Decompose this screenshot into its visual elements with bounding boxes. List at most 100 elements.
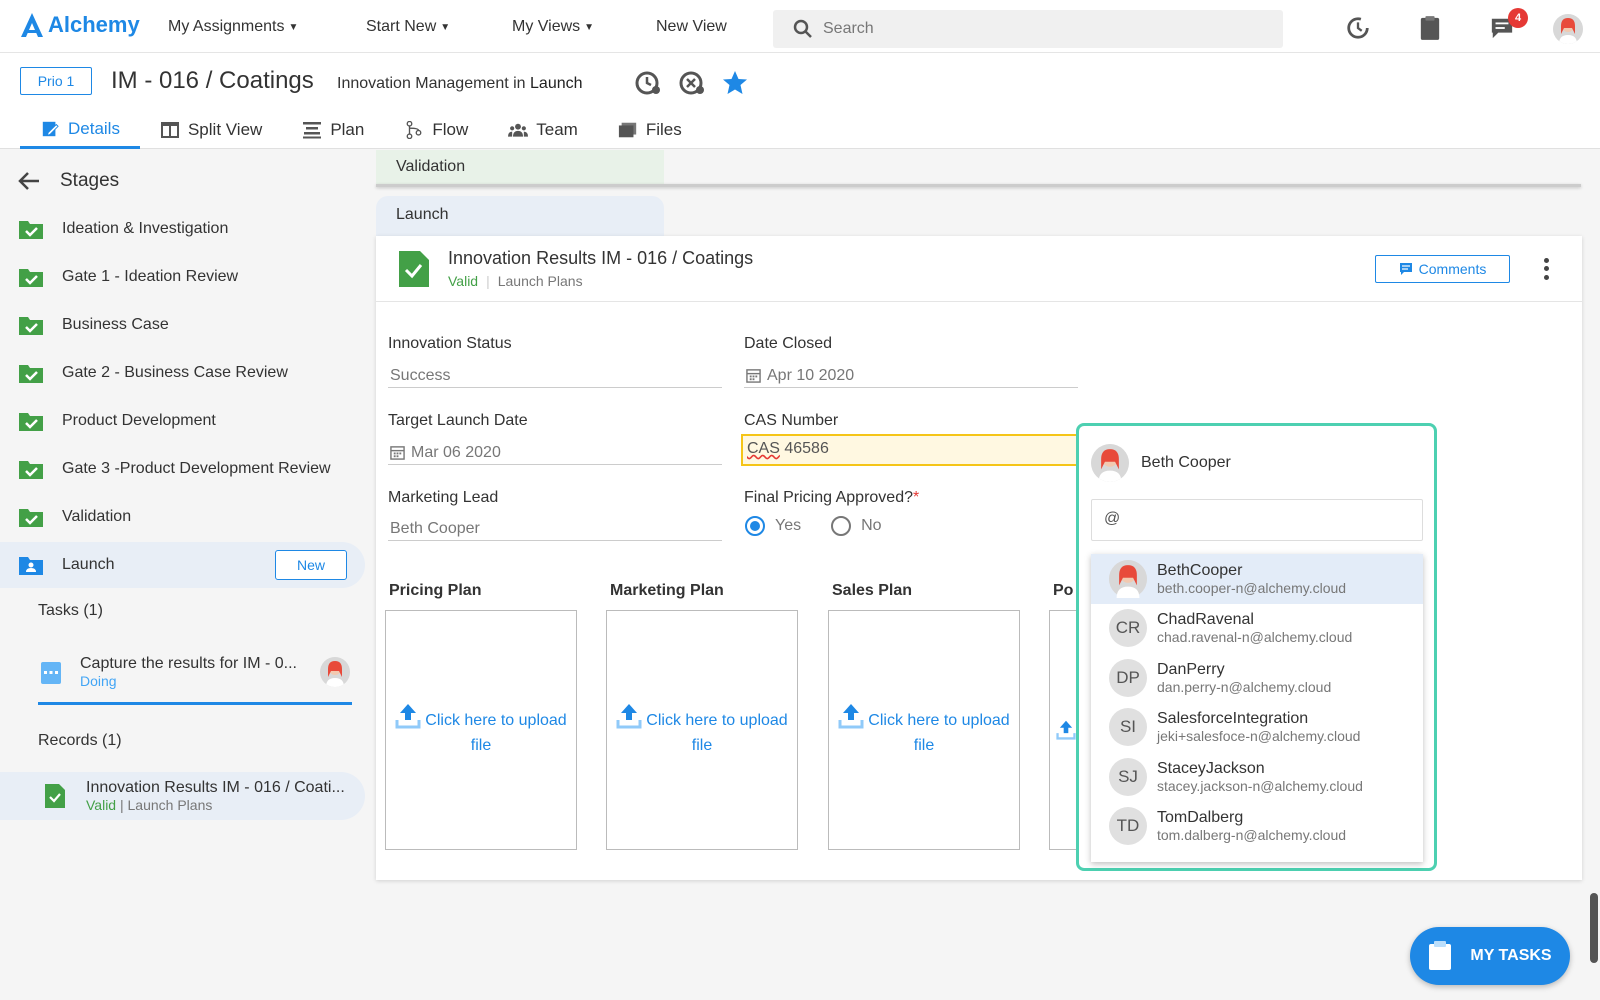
stage-tab-launch[interactable]: Launch: [376, 196, 664, 236]
nav-new-view[interactable]: New View: [656, 18, 727, 36]
folder-check-icon: [19, 269, 43, 287]
history-icon[interactable]: [1344, 14, 1372, 42]
tab-label: Flow: [432, 120, 469, 139]
nav-label: New View: [656, 18, 727, 35]
cas-number-input[interactable]: CAS 46586: [741, 434, 1081, 466]
avatar: SI: [1109, 708, 1147, 747]
innovation-status-field[interactable]: Success: [388, 360, 722, 388]
more-options-icon[interactable]: [1536, 256, 1556, 282]
nav-label: My Views: [512, 18, 581, 35]
mention-current-user: Beth Cooper: [1091, 444, 1231, 482]
mention-name: TomDalberg: [1157, 809, 1244, 827]
search-bar[interactable]: Search: [773, 10, 1283, 48]
tab-flow[interactable]: Flow: [384, 111, 488, 149]
date-closed-field[interactable]: Apr 10 2020: [744, 360, 1078, 388]
app-name: Alchemy: [48, 12, 140, 37]
record-meta: Valid | Launch Plans: [86, 797, 345, 813]
nav-my-views[interactable]: My Views ▼: [512, 18, 594, 36]
mention-name: DanPerry: [1157, 660, 1225, 678]
mention-option[interactable]: DP DanPerry dan.perry-n@alchemy.cloud: [1091, 653, 1423, 703]
radio-yes[interactable]: [745, 516, 765, 536]
stages-title: Stages: [60, 170, 120, 191]
upload-text: Click here to upload file: [868, 711, 1010, 754]
stage-item[interactable]: Validation: [0, 494, 365, 540]
target-launch-field[interactable]: Mar 06 2020: [388, 437, 722, 465]
stage-item-launch[interactable]: Launch New: [0, 542, 365, 588]
mention-option[interactable]: TD TomDalberg tom.dalberg-n@alchemy.cloud: [1091, 802, 1423, 852]
avatar: DP: [1109, 658, 1147, 697]
stage-label: Product Development: [62, 412, 216, 429]
app-logo[interactable]: Alchemy: [20, 12, 140, 38]
priority-badge[interactable]: Prio 1: [20, 67, 92, 95]
my-tasks-button[interactable]: MY TASKS: [1410, 927, 1570, 985]
avatar: SJ: [1109, 757, 1147, 796]
task-title: Capture the results for IM - 0...: [80, 655, 297, 672]
stage-label: Gate 1 - Ideation Review: [62, 268, 239, 285]
innovation-status-label: Innovation Status: [388, 335, 512, 352]
mention-option[interactable]: BethCooper beth.cooper-n@alchemy.cloud: [1091, 554, 1423, 604]
tab-label: Plan: [330, 120, 365, 139]
timer-icon[interactable]: [634, 69, 662, 97]
date-closed-label: Date Closed: [744, 335, 833, 352]
upload-dropzone[interactable]: Click here to upload file: [385, 610, 577, 850]
final-pricing-radio-group: Yes No: [745, 516, 882, 536]
plan-title: Marketing Plan: [610, 582, 724, 599]
stage-item[interactable]: Gate 3 -Product Development Review: [0, 446, 365, 492]
record-header: Prio 1 IM - 016 / Coatings Innovation Ma…: [0, 53, 1600, 149]
card-title: Innovation Results IM - 016 / Coatings: [448, 248, 754, 268]
folder-user-icon: [19, 557, 43, 575]
page-scrollbar[interactable]: [1590, 893, 1598, 963]
stage-item[interactable]: Business Case: [0, 302, 365, 348]
tab-team[interactable]: Team: [488, 111, 598, 149]
upload-dropzone[interactable]: Click here to upload file: [828, 610, 1020, 850]
mention-option[interactable]: SI SalesforceIntegration jeki+salesfoce-n…: [1091, 703, 1423, 753]
task-item[interactable]: Capture the results for IM - 0... Doing: [40, 647, 350, 697]
record-sep: |: [119, 797, 124, 813]
mention-option[interactable]: CR ChadRavenal chad.ravenal-n@alchemy.clo…: [1091, 604, 1423, 654]
upload-dropzone[interactable]: Click here to upload file: [606, 610, 798, 850]
clipboard-icon[interactable]: [1416, 14, 1444, 42]
stage-item[interactable]: Product Development: [0, 398, 365, 444]
nav-start-new[interactable]: Start New ▼: [366, 18, 450, 36]
record-doc-icon: [45, 784, 65, 808]
plan-icon: [303, 122, 322, 139]
marketing-lead-field[interactable]: Beth Cooper: [388, 513, 722, 541]
new-record-button[interactable]: New: [275, 550, 347, 580]
stage-item[interactable]: Ideation & Investigation: [0, 206, 365, 252]
stage-label: Validation: [62, 508, 132, 525]
mention-input[interactable]: @: [1091, 499, 1423, 541]
tab-label: Details: [68, 118, 120, 138]
nav-my-assignments[interactable]: My Assignments ▼: [168, 18, 298, 36]
mention-email: chad.ravenal-n@alchemy.cloud: [1157, 629, 1353, 646]
stages-header: Stages: [18, 170, 119, 192]
stage-item[interactable]: Gate 2 - Business Case Review: [0, 350, 365, 396]
record-subtitle: Innovation Management in Launch: [337, 75, 583, 93]
favorite-star-icon[interactable]: [721, 69, 749, 97]
tab-details[interactable]: Details: [20, 111, 140, 149]
stage-label: Gate 3 -Product Development Review: [62, 460, 331, 477]
cas-prefix: CAS: [747, 440, 780, 457]
avatar: TD: [1109, 807, 1147, 846]
radio-no-label: No: [861, 517, 882, 534]
files-icon: [618, 122, 637, 138]
nav-label: My Assignments: [168, 18, 285, 35]
tab-split-view[interactable]: Split View: [140, 111, 282, 149]
record-item[interactable]: Innovation Results IM - 016 / Coati... V…: [0, 772, 365, 820]
back-arrow-icon[interactable]: [18, 172, 40, 190]
chat-icon[interactable]: 4: [1488, 8, 1528, 42]
folder-check-icon: [19, 365, 43, 383]
radio-no[interactable]: [831, 516, 852, 536]
stage-tab-validation[interactable]: Validation: [376, 150, 664, 186]
comments-button[interactable]: Comments: [1375, 255, 1510, 283]
task-status: Doing: [80, 673, 117, 689]
tab-files[interactable]: Files: [598, 111, 702, 149]
user-avatar[interactable]: [1553, 14, 1583, 44]
tab-plan[interactable]: Plan: [282, 111, 384, 149]
comment-icon: [1399, 263, 1412, 275]
cancel-timer-icon[interactable]: [678, 69, 706, 97]
team-icon: [508, 123, 529, 137]
mention-suggestions: BethCooper beth.cooper-n@alchemy.cloud CR…: [1091, 554, 1423, 862]
cas-value: 46586: [779, 440, 829, 457]
mention-option[interactable]: SJ StaceyJackson stacey.jackson-n@alchemy…: [1091, 752, 1423, 802]
stage-item[interactable]: Gate 1 - Ideation Review: [0, 254, 365, 300]
